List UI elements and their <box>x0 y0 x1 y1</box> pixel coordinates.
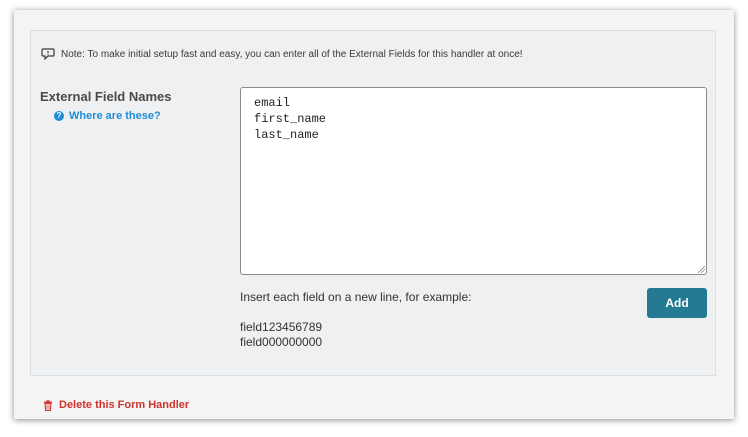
field-label: External Field Names <box>40 89 172 104</box>
field-examples: field123456789 field000000000 <box>240 320 322 350</box>
setup-note-text: Note: To make initial setup fast and eas… <box>61 48 523 60</box>
resize-grip-icon[interactable] <box>697 265 705 273</box>
field-example: field000000000 <box>240 335 323 349</box>
trash-icon <box>44 399 52 411</box>
question-circle-icon: ? <box>54 111 64 121</box>
form-handler-window: Note: To make initial setup fast and eas… <box>14 10 734 419</box>
where-are-these-link[interactable]: ? Where are these? <box>54 110 161 122</box>
add-button[interactable]: Add <box>647 288 707 318</box>
field-hint: Insert each field on a new line, for exa… <box>240 290 472 304</box>
delete-form-handler-link[interactable]: Delete this Form Handler <box>43 399 189 411</box>
delete-form-handler-text: Delete this Form Handler <box>59 399 190 411</box>
speech-bubble-icon <box>41 48 55 60</box>
external-field-names-textarea[interactable] <box>240 87 707 275</box>
external-fields-panel: Note: To make initial setup fast and eas… <box>30 30 716 376</box>
field-example: field123456789 <box>240 320 323 334</box>
where-are-these-text: Where are these? <box>69 110 161 122</box>
setup-note: Note: To make initial setup fast and eas… <box>41 48 523 60</box>
